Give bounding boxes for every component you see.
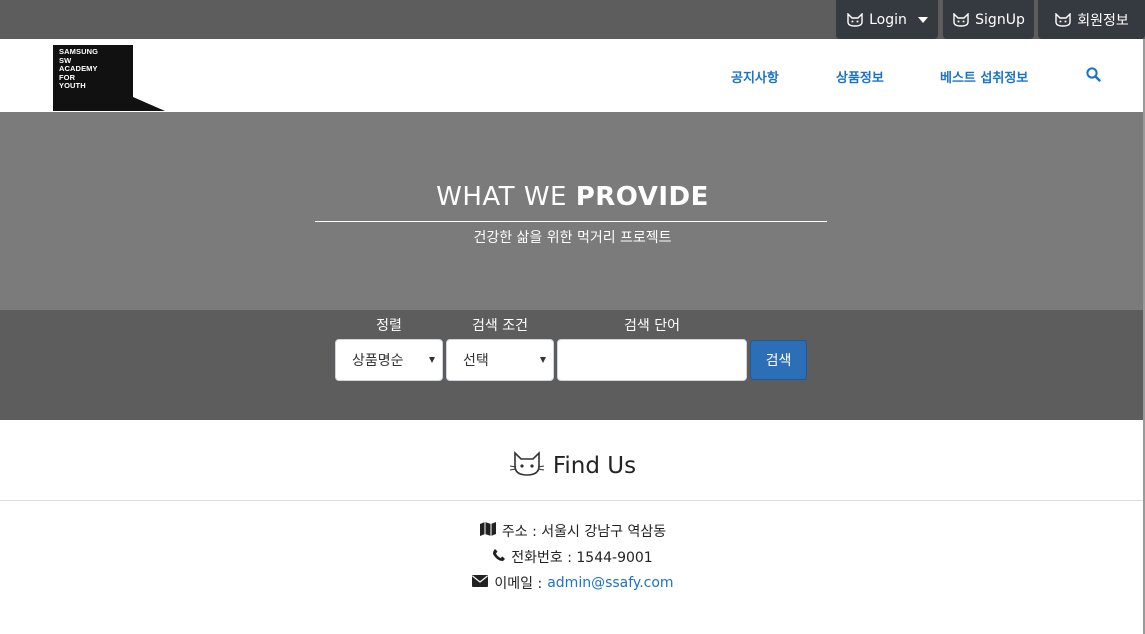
envelope-icon (471, 574, 489, 592)
member-info-button[interactable]: 회원정보 (1038, 0, 1145, 39)
search-button[interactable]: 검색 (750, 340, 807, 380)
nav-link-notice[interactable]: 공지사항 (731, 67, 779, 86)
ssafy-logo[interactable]: SAMSUNG SW ACADEMY FOR YOUTH (53, 45, 165, 111)
email-row: 이메일 : admin@ssafy.com (0, 573, 1145, 593)
top-utility-bar: Login SignUp 회원정보 (0, 0, 1145, 39)
section-divider (0, 500, 1145, 501)
login-dropdown-button[interactable]: Login (836, 0, 938, 39)
hero-divider (315, 221, 827, 222)
address-text: 주소 : 서울시 강남구 역삼동 (501, 524, 667, 540)
map-icon (479, 521, 497, 541)
hero-banner: WHAT WE PROVIDE 건강한 삶을 위한 먹거리 프로젝트 (0, 112, 1145, 310)
sort-select[interactable]: 상품명순 (335, 339, 443, 381)
login-label: Login (869, 11, 907, 28)
email-label: 이메일 : (494, 576, 543, 592)
cat-face-icon (509, 449, 545, 483)
condition-label: 검색 조건 (472, 318, 528, 334)
signup-button[interactable]: SignUp (943, 0, 1034, 39)
member-info-label: 회원정보 (1077, 12, 1129, 29)
main-navbar: SAMSUNG SW ACADEMY FOR YOUTH 공지사항 상품정보 베… (0, 39, 1145, 112)
nav-link-products[interactable]: 상품정보 (836, 67, 884, 86)
hero-title: WHAT WE PROVIDE (436, 182, 709, 212)
cat-icon (846, 12, 864, 27)
condition-select-value: 선택 (463, 353, 489, 369)
cat-icon (1054, 12, 1072, 27)
find-us-title: Find Us (552, 453, 637, 479)
email-link[interactable]: admin@ssafy.com (547, 575, 673, 591)
find-us-heading: Find Us (0, 448, 1145, 484)
keyword-input[interactable] (557, 339, 747, 381)
hero-subtitle: 건강한 삶을 위한 먹거리 프로젝트 (473, 230, 672, 246)
sort-label: 정렬 (376, 318, 402, 334)
search-icon[interactable] (1086, 67, 1101, 86)
condition-select[interactable]: 선택 (446, 339, 554, 381)
nav-link-best-intake[interactable]: 베스트 섭취정보 (940, 67, 1028, 86)
logo-text: SAMSUNG SW ACADEMY FOR YOUTH (59, 47, 99, 90)
phone-row: 전화번호 : 1544-9001 (0, 547, 1145, 567)
phone-text: 전화번호 : 1544-9001 (511, 550, 653, 566)
cat-icon (952, 12, 970, 27)
search-panel: 정렬 검색 조건 검색 단어 상품명순 선택 검색 (0, 310, 1145, 420)
select-arrow-icon (540, 357, 546, 363)
address-row: 주소 : 서울시 강남구 역삼동 (0, 521, 1145, 541)
select-arrow-icon (429, 357, 435, 363)
chevron-down-icon (917, 16, 928, 23)
phone-icon (492, 548, 506, 566)
sort-select-value: 상품명순 (352, 353, 404, 369)
keyword-label: 검색 단어 (624, 318, 680, 334)
signup-label: SignUp (975, 11, 1025, 28)
